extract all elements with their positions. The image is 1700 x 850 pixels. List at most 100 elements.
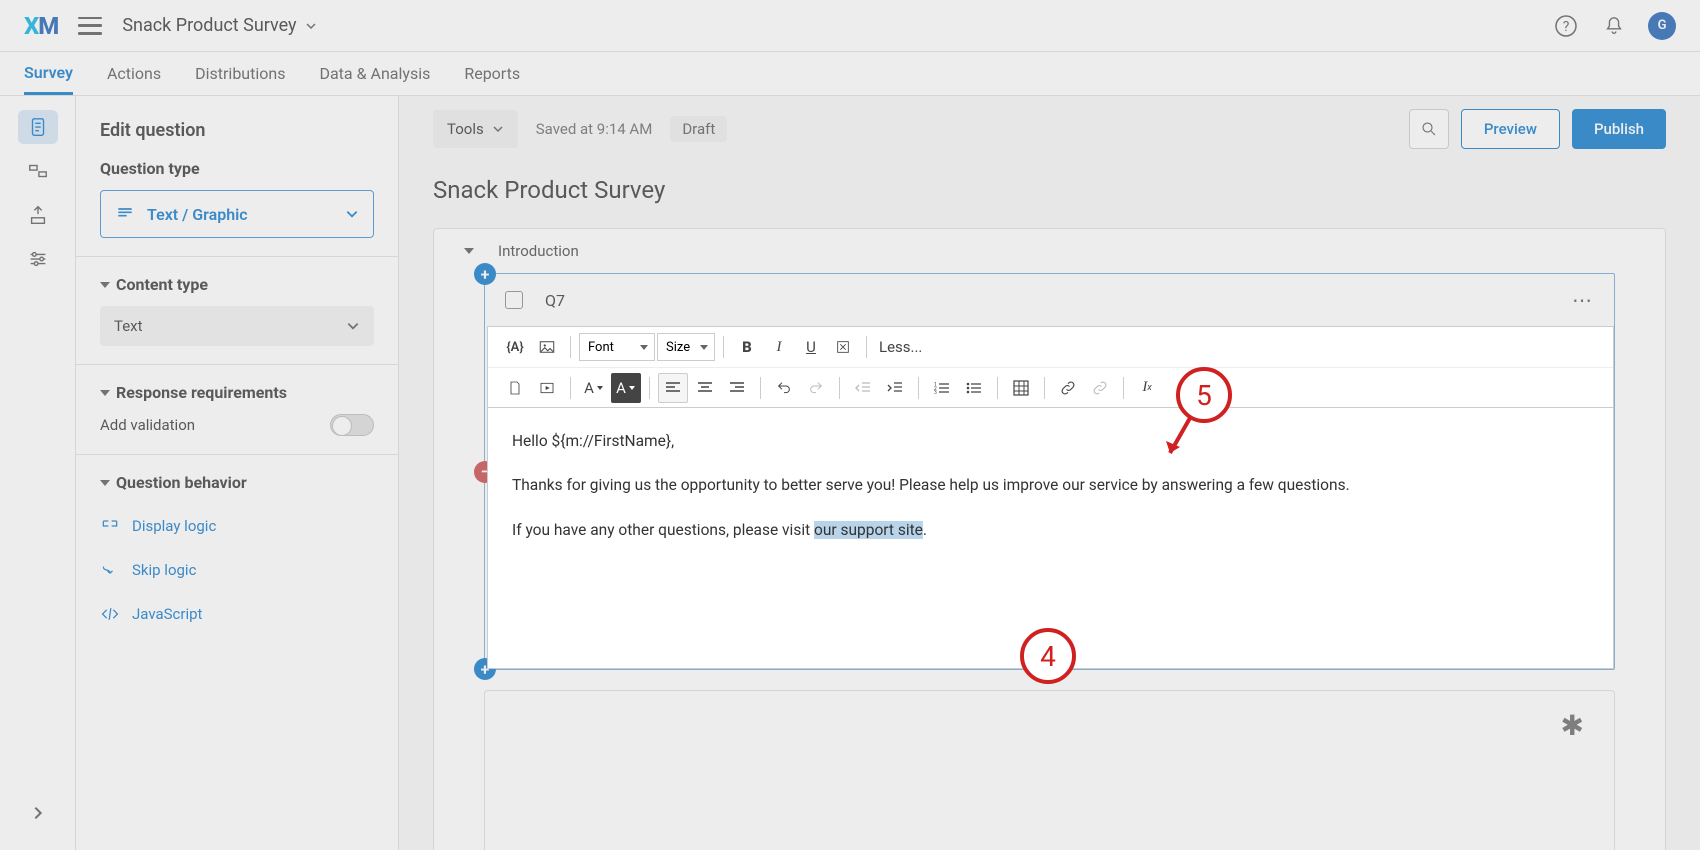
- italic-icon[interactable]: I: [764, 332, 794, 362]
- behavior-label: Question behavior: [100, 473, 374, 492]
- underline-icon[interactable]: U: [796, 332, 826, 362]
- undo-icon[interactable]: [769, 373, 799, 403]
- svg-text:3: 3: [934, 390, 937, 395]
- next-question-placeholder[interactable]: ✱: [484, 690, 1615, 850]
- bell-icon[interactable]: [1600, 12, 1628, 40]
- publish-button[interactable]: Publish: [1572, 109, 1666, 149]
- content-type-select[interactable]: Text: [100, 306, 374, 346]
- rail-builder-icon[interactable]: [18, 110, 58, 144]
- piped-text-icon[interactable]: {A}: [500, 332, 530, 362]
- canvas: Tools Saved at 9:14 AM Draft Preview Pub…: [399, 96, 1700, 850]
- javascript-button[interactable]: JavaScript: [100, 592, 374, 636]
- question-row: + − + Q7 ⋯ {A} Font: [484, 273, 1615, 670]
- clear-format-icon[interactable]: Ix: [1132, 373, 1162, 403]
- survey-title: Snack Product Survey: [399, 162, 1700, 228]
- block-name: Introduction: [498, 242, 579, 260]
- less-button[interactable]: Less...: [875, 332, 926, 362]
- search-button[interactable]: [1409, 109, 1449, 149]
- unordered-list-icon[interactable]: [959, 373, 989, 403]
- outdent-icon[interactable]: [848, 373, 878, 403]
- question-more-icon[interactable]: ⋯: [1572, 288, 1594, 312]
- skip-logic-icon: [100, 560, 120, 580]
- question-id: Q7: [545, 291, 565, 310]
- bold-icon[interactable]: B: [732, 332, 762, 362]
- add-question-above[interactable]: +: [474, 263, 496, 285]
- help-icon[interactable]: ?: [1552, 12, 1580, 40]
- avatar[interactable]: G: [1648, 12, 1676, 40]
- tab-nav: Survey Actions Distributions Data & Anal…: [0, 52, 1700, 96]
- rich-text-editor: {A} Font Size B I U Less...: [487, 326, 1614, 669]
- media-icon[interactable]: [532, 373, 562, 403]
- indent-icon[interactable]: [880, 373, 910, 403]
- body-greeting: Hello ${m://FirstName},: [512, 428, 1589, 454]
- tab-distributions[interactable]: Distributions: [195, 52, 285, 95]
- link-icon[interactable]: [1053, 373, 1083, 403]
- body-paragraph-1: Thanks for giving us the opportunity to …: [512, 472, 1589, 498]
- rail-options-icon[interactable]: [18, 242, 58, 276]
- project-title-dropdown[interactable]: Snack Product Survey: [122, 15, 316, 36]
- skip-logic-button[interactable]: Skip logic: [100, 548, 374, 592]
- unlink-icon[interactable]: [1085, 373, 1115, 403]
- tab-survey[interactable]: Survey: [24, 52, 73, 95]
- topbar: XM Snack Product Survey ? G: [0, 0, 1700, 52]
- project-title-text: Snack Product Survey: [122, 15, 296, 36]
- caret-icon: [100, 390, 110, 396]
- panel-title: Edit question: [76, 120, 398, 159]
- edit-question-panel: Edit question Question type Text / Graph…: [76, 96, 399, 850]
- saved-timestamp: Saved at 9:14 AM: [536, 120, 653, 138]
- logo: XM: [24, 12, 58, 40]
- rte-toolbar: {A} Font Size B I U Less...: [488, 327, 1613, 408]
- redo-icon[interactable]: [801, 373, 831, 403]
- content-type-label: Content type: [100, 275, 374, 294]
- survey-block: Introduction + − + Q7 ⋯ {A}: [433, 228, 1666, 850]
- caret-icon: [464, 248, 474, 254]
- highlighted-text: our support site: [814, 521, 923, 539]
- text-graphic-icon: [115, 204, 135, 224]
- caret-icon: [100, 480, 110, 486]
- ordered-list-icon[interactable]: 123: [927, 373, 957, 403]
- preview-button[interactable]: Preview: [1461, 109, 1560, 149]
- tools-dropdown[interactable]: Tools: [433, 110, 518, 148]
- search-icon: [1420, 120, 1438, 138]
- chevron-down-icon: [305, 20, 317, 32]
- draft-badge: Draft: [670, 116, 727, 142]
- hamburger-icon[interactable]: [78, 17, 102, 35]
- svg-text:?: ?: [1563, 19, 1570, 35]
- bg-color-icon[interactable]: A: [611, 373, 641, 403]
- validation-label: Add validation: [100, 416, 195, 434]
- font-select[interactable]: Font: [579, 333, 655, 361]
- align-right-icon[interactable]: [722, 373, 752, 403]
- block-header[interactable]: Introduction: [434, 229, 1665, 273]
- size-select[interactable]: Size: [657, 333, 715, 361]
- annotation-4: 4: [1020, 628, 1076, 684]
- rail-look-icon[interactable]: [18, 198, 58, 232]
- image-icon[interactable]: [532, 332, 562, 362]
- star-icon: ✱: [1561, 709, 1584, 742]
- chevron-down-icon: [492, 123, 504, 135]
- remove-format-icon[interactable]: [828, 332, 858, 362]
- tab-reports[interactable]: Reports: [464, 52, 520, 95]
- display-logic-button[interactable]: Display logic: [100, 504, 374, 548]
- qtype-label: Question type: [100, 159, 374, 178]
- caret-icon: [100, 282, 110, 288]
- left-rail: [0, 96, 76, 850]
- align-left-icon[interactable]: [658, 373, 688, 403]
- chevron-down-icon: [346, 319, 360, 333]
- rail-collapse-icon[interactable]: [18, 796, 58, 830]
- new-page-icon[interactable]: [500, 373, 530, 403]
- text-color-icon[interactable]: A: [579, 373, 609, 403]
- validation-toggle[interactable]: [330, 414, 374, 436]
- table-icon[interactable]: [1006, 373, 1036, 403]
- align-center-icon[interactable]: [690, 373, 720, 403]
- qtype-select[interactable]: Text / Graphic: [100, 190, 374, 238]
- tab-actions[interactable]: Actions: [107, 52, 161, 95]
- tab-data-analysis[interactable]: Data & Analysis: [319, 52, 430, 95]
- rail-flow-icon[interactable]: [18, 154, 58, 188]
- question-checkbox[interactable]: [505, 291, 523, 309]
- canvas-toolbar: Tools Saved at 9:14 AM Draft Preview Pub…: [399, 96, 1700, 162]
- code-icon: [100, 604, 120, 624]
- chevron-down-icon: [345, 207, 359, 221]
- annotation-5: 5: [1176, 367, 1232, 423]
- body-paragraph-2: If you have any other questions, please …: [512, 517, 1589, 543]
- display-logic-icon: [100, 516, 120, 536]
